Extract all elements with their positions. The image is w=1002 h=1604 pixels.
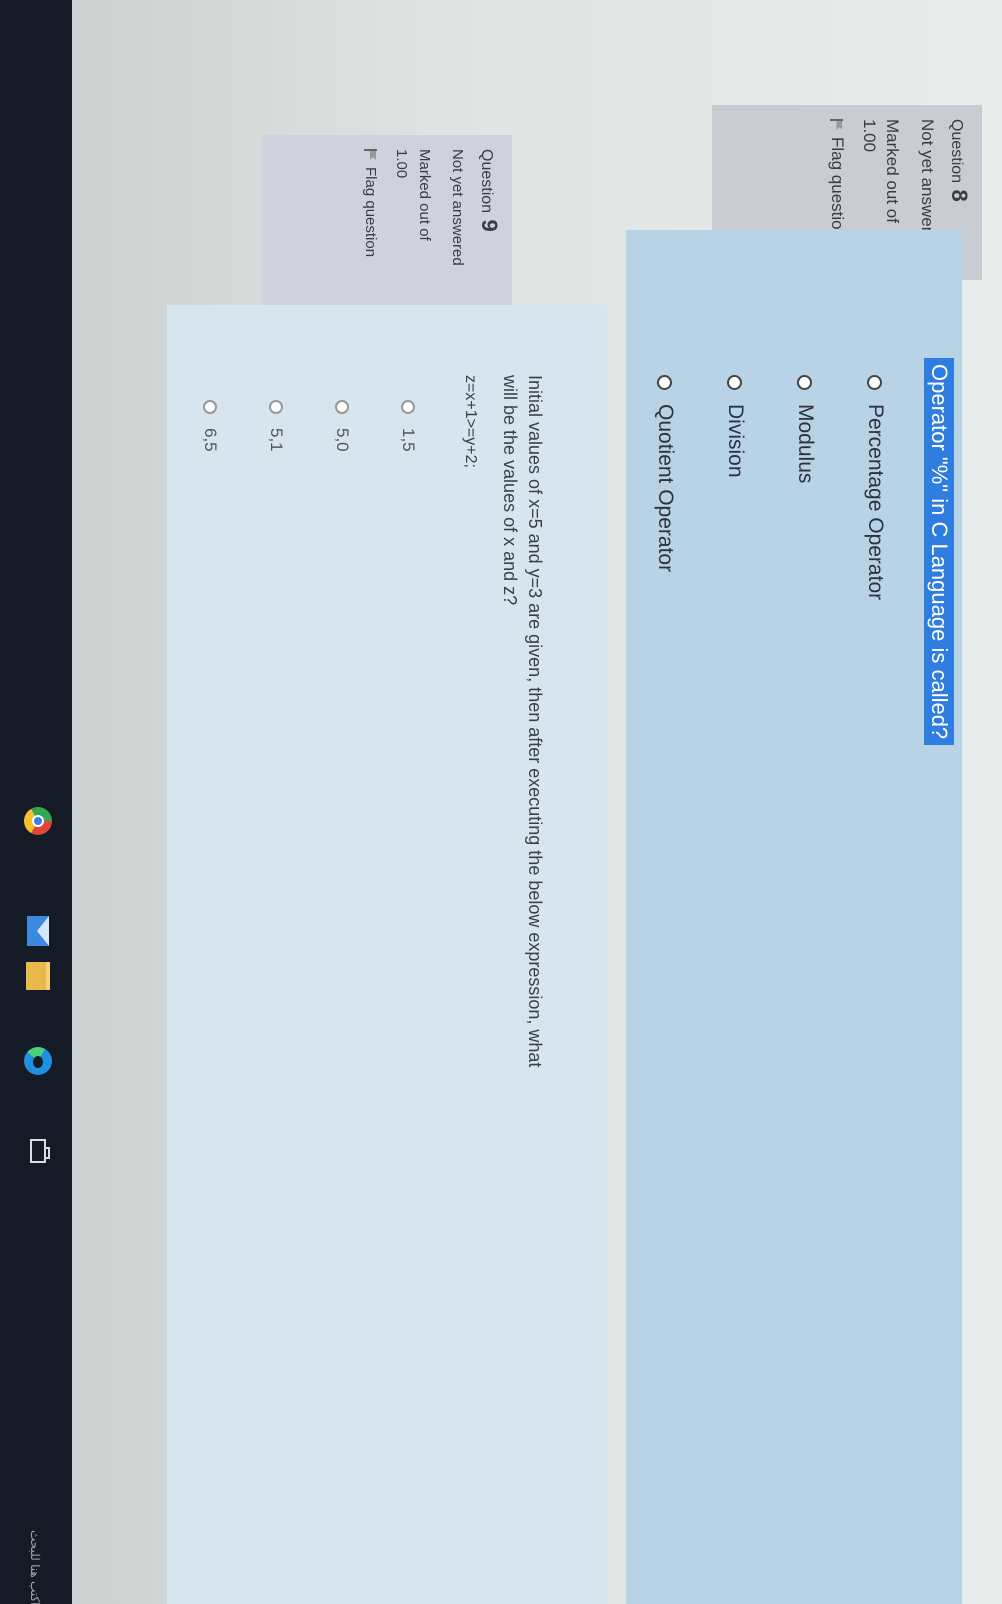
radio-button[interactable] [657, 375, 673, 390]
option-5-0[interactable]: 5,0 [309, 400, 375, 1604]
question-9-content: Initial values of x=5 and y=3 are given,… [167, 305, 607, 1604]
question-9-expression: z=x+1>=y+2; [462, 375, 479, 468]
radio-button[interactable] [401, 400, 415, 414]
taskbar-search-box[interactable]: اكتب هنا للبحث [28, 1530, 42, 1604]
chrome-icon[interactable] [22, 805, 54, 837]
option-label: 1,5 [399, 428, 418, 452]
option-label: Quotient Operator [654, 404, 677, 573]
question-9-marked-label: Marked out of [416, 149, 433, 241]
question-9-status: Not yet answered [449, 149, 466, 266]
option-label: Modulus [794, 404, 817, 484]
question-9-text-line-2: will be the values of x and z? [500, 375, 520, 606]
question-9-options: 1,5 5,0 5,1 6,5 [177, 400, 441, 1604]
radio-button[interactable] [867, 375, 883, 390]
question-9-info: Question 9 Not yet answered Marked out o… [262, 135, 512, 305]
option-modulus[interactable]: Modulus [770, 375, 840, 1604]
option-percentage-operator[interactable]: Percentage Operator [840, 375, 910, 1604]
flag-label: Flag question [362, 167, 379, 258]
question-9-flag-button[interactable]: Flag question [362, 149, 379, 291]
option-label: 5,1 [267, 428, 286, 452]
radio-button[interactable] [203, 400, 217, 414]
question-9-marked-value: 1.00 [393, 149, 410, 179]
radio-button[interactable] [797, 375, 813, 390]
question-9-text-line-1: Initial values of x=5 and y=3 are given,… [525, 375, 545, 1068]
flag-icon [831, 119, 844, 131]
edge-icon[interactable] [22, 1045, 54, 1077]
option-6-5[interactable]: 6,5 [177, 400, 243, 1604]
taskbar: اكتب هنا للبحث [0, 0, 72, 1604]
question-8-options: Percentage Operator Modulus Division Quo… [630, 375, 910, 1604]
flag-icon [364, 149, 377, 161]
quiz-page: Question 8 Not yet answered Marked out o… [0, 0, 1002, 1604]
mail-icon[interactable] [22, 915, 54, 947]
option-label: Percentage Operator [864, 404, 887, 601]
flag-label: Flag question [828, 137, 847, 240]
option-1-5[interactable]: 1,5 [375, 400, 441, 1604]
option-5-1[interactable]: 5,1 [243, 400, 309, 1604]
radio-button[interactable] [335, 400, 349, 414]
question-8-text: Operator "%" in C Language is called? [924, 358, 954, 746]
question-9-number: Question 9 [477, 149, 502, 232]
option-label: Division [724, 404, 747, 478]
option-division[interactable]: Division [700, 375, 770, 1604]
folder-icon[interactable] [22, 960, 54, 992]
task-view-icon[interactable] [22, 1135, 54, 1167]
option-label: 6,5 [201, 428, 220, 452]
radio-button[interactable] [727, 375, 743, 390]
option-quotient-operator[interactable]: Quotient Operator [630, 375, 700, 1604]
option-label: 5,0 [333, 428, 352, 452]
radio-button[interactable] [269, 400, 283, 414]
question-8-content: Operator "%" in C Language is called? Pe… [626, 230, 962, 1604]
